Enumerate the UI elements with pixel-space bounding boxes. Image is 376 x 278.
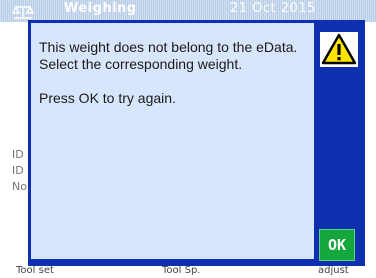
- bottom-label: Tool Sp.: [162, 265, 201, 276]
- side-label: No: [12, 180, 27, 193]
- title-bar: Weighing 21 Oct 2015: [0, 0, 376, 22]
- date-display: 21 Oct 2015: [230, 1, 316, 16]
- app-title: Weighing: [64, 1, 137, 16]
- side-label: ID: [12, 148, 24, 161]
- bottom-label: Tool set: [16, 265, 54, 276]
- side-label: ID: [12, 164, 24, 177]
- message-panel: This weight does not belong to the eData…: [31, 23, 314, 259]
- background-labels: ID ID No: [0, 120, 27, 230]
- warning-icon: [320, 32, 358, 67]
- message-line: This weight does not belong to the eData…: [39, 39, 298, 72]
- message-line: Press OK to try again.: [39, 90, 176, 106]
- message-text: This weight does not belong to the eData…: [39, 39, 309, 107]
- message-dialog: This weight does not belong to the eData…: [28, 20, 365, 266]
- ok-button[interactable]: OK: [319, 229, 355, 261]
- scale-icon: [12, 5, 34, 19]
- bottom-label: adjust: [318, 265, 349, 276]
